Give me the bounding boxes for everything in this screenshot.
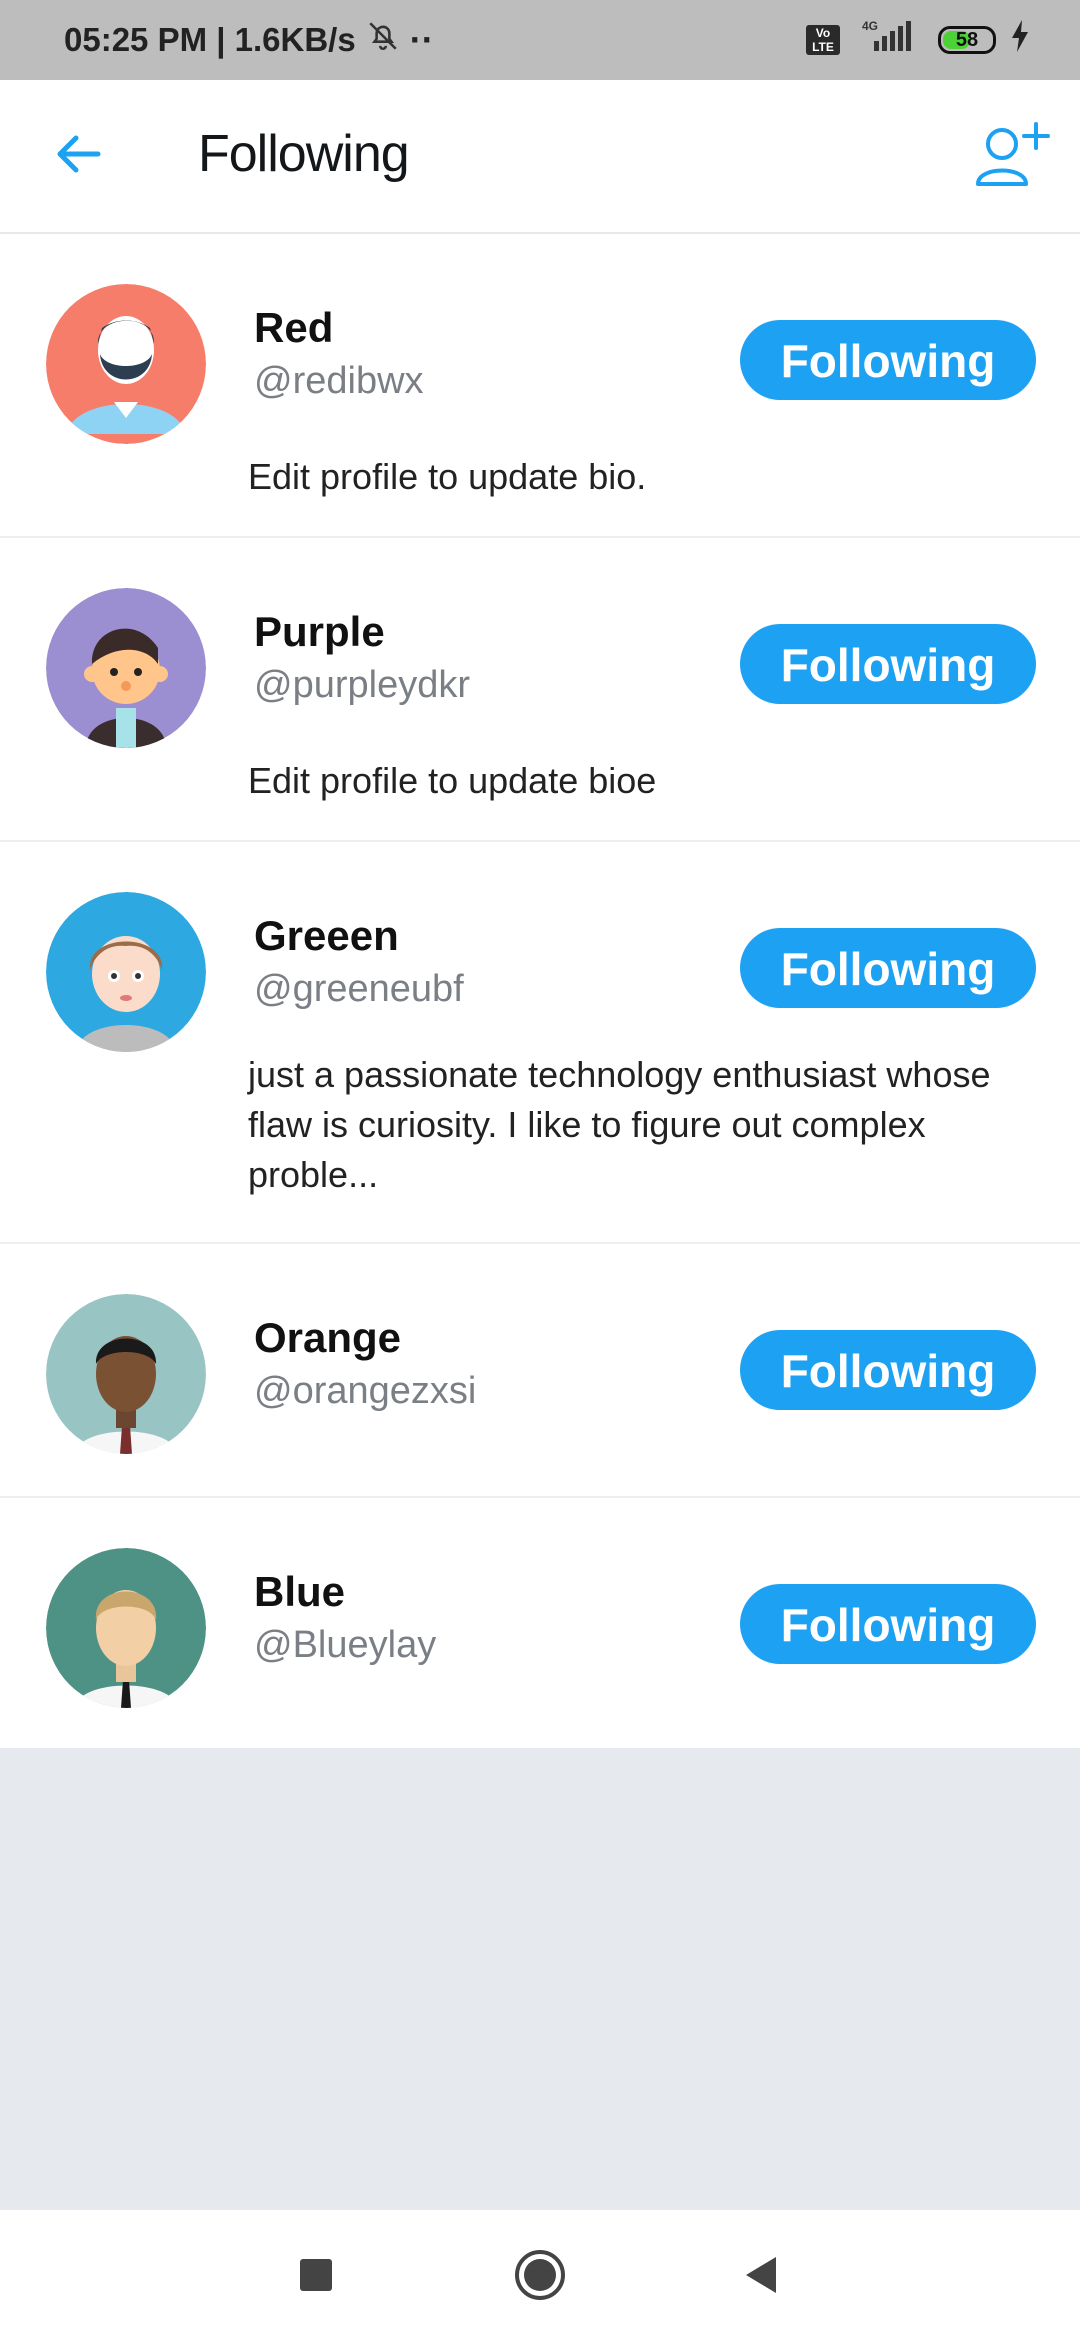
avatar[interactable]	[46, 1548, 206, 1708]
user-bio: just a passionate technology enthusiast …	[248, 1054, 991, 1195]
svg-text:4G: 4G	[862, 19, 878, 33]
avatar[interactable]	[46, 588, 206, 748]
app-bar: Following	[0, 80, 1080, 234]
avatar[interactable]	[46, 1294, 206, 1454]
user-handle: @orangezxsi	[254, 1370, 477, 1412]
following-button[interactable]: Following	[740, 1584, 1036, 1664]
bell-off-icon	[366, 19, 400, 61]
user-handle: @redibwx	[254, 360, 424, 402]
avatar[interactable]	[46, 892, 206, 1052]
empty-area	[0, 1748, 1080, 2210]
user-name: Red	[254, 304, 334, 351]
triangle-back-icon[interactable]	[734, 2245, 794, 2305]
list-item[interactable]: Orange @orangezxsi Following	[0, 1244, 1080, 1498]
list-item[interactable]: Greeen @greeneubf Following just a passi…	[0, 842, 1080, 1244]
square-icon[interactable]	[286, 2245, 346, 2305]
battery-icon: 58	[938, 26, 996, 54]
following-button[interactable]: Following	[740, 320, 1036, 400]
user-bio: Edit profile to update bio.	[248, 456, 647, 497]
user-bio: Edit profile to update bioe	[248, 760, 657, 801]
status-time-speed: 05:25 PM | 1.6KB/s	[64, 21, 356, 58]
following-button[interactable]: Following	[740, 624, 1036, 704]
more-notifications-icon: ··	[409, 19, 434, 60]
user-name: Purple	[254, 608, 385, 655]
user-handle: @purpleydkr	[254, 664, 470, 706]
following-button[interactable]: Following	[740, 928, 1036, 1008]
page-title: Following	[198, 125, 410, 183]
signal-icon: 4G	[854, 19, 924, 61]
list-item[interactable]: Red @redibwx Following Edit profile to u…	[0, 234, 1080, 538]
user-name: Blue	[254, 1568, 346, 1615]
following-button[interactable]: Following	[740, 1330, 1036, 1410]
user-handle: @Blueylay	[254, 1624, 437, 1666]
battery-level: 58	[955, 29, 979, 51]
volte-icon: Vo LTE	[806, 25, 840, 55]
add-user-icon[interactable]	[972, 118, 1052, 198]
avatar[interactable]	[46, 284, 206, 444]
user-handle: @greeneubf	[254, 968, 464, 1010]
list-item[interactable]: Purple @purpleydkr Following Edit profil…	[0, 538, 1080, 842]
charging-icon	[1010, 20, 1030, 60]
system-nav-bar	[0, 2210, 1080, 2340]
following-list: Red @redibwx Following Edit profile to u…	[0, 234, 1080, 1750]
circle-icon[interactable]	[510, 2245, 570, 2305]
user-name: Greeen	[254, 912, 399, 959]
list-item[interactable]: Blue @Blueylay Following	[0, 1498, 1080, 1750]
status-bar: 05:25 PM | 1.6KB/s ·· Vo LTE 4G 58	[0, 0, 1080, 80]
arrow-left-icon[interactable]	[50, 124, 110, 184]
user-name: Orange	[254, 1314, 402, 1361]
